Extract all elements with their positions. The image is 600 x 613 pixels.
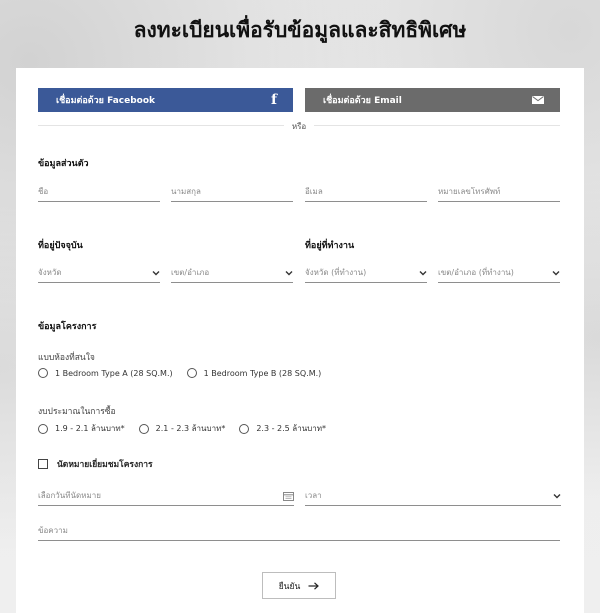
phone-field[interactable]: [438, 182, 560, 202]
radio-button[interactable]: [239, 423, 250, 434]
work-district-select[interactable]: เขต/อำเภอ (ที่ทำงาน): [438, 263, 560, 283]
chevron-down-icon: [419, 270, 427, 275]
radio-button[interactable]: [138, 423, 149, 434]
budget-options: 1.9 - 2.1 ล้านบาท* 2.1 - 2.3 ล้านบาท* 2.…: [38, 422, 326, 435]
email-field[interactable]: [305, 182, 427, 202]
radio-button[interactable]: [38, 368, 48, 378]
email-button-label: เชื่อมต่อด้วย Email: [323, 96, 402, 106]
room-type-option-label: 1 Bedroom Type B (28 SQ.M.): [203, 368, 322, 378]
budget-label: งบประมาณในการซื้อ: [38, 407, 116, 417]
checkbox[interactable]: [38, 459, 48, 469]
work-district-label: เขต/อำเภอ (ที่ทำงาน): [438, 268, 514, 277]
budget-option-label: 2.3 - 2.5 ล้านบาท*: [256, 424, 327, 433]
budget-option[interactable]: 2.1 - 2.3 ล้านบาท*: [138, 422, 226, 435]
chevron-down-icon: [553, 493, 561, 498]
message-input[interactable]: [38, 526, 560, 535]
chevron-down-icon: [285, 270, 293, 275]
phone-input[interactable]: [438, 187, 560, 196]
appointment-date-input[interactable]: [38, 491, 283, 500]
current-address-heading: ที่อยู่ปัจจุบัน: [38, 241, 83, 251]
facebook-icon: f: [270, 92, 277, 108]
budget-option-label: 1.9 - 2.1 ล้านบาท*: [55, 424, 125, 433]
radio-button[interactable]: [38, 423, 48, 434]
current-province-label: จังหวัด: [38, 268, 62, 277]
room-type-option[interactable]: 1 Bedroom Type B (28 SQ.M.): [186, 368, 322, 378]
current-province-select[interactable]: จังหวัด: [38, 263, 160, 283]
first-name-field[interactable]: [38, 182, 160, 202]
chevron-down-icon: [152, 270, 160, 275]
arrow-right-icon: [308, 581, 320, 590]
facebook-connect-button[interactable]: เชื่อมต่อด้วย Facebook f: [38, 88, 293, 112]
appointment-date-field[interactable]: [38, 486, 294, 506]
calendar-icon[interactable]: [283, 491, 294, 501]
budget-option[interactable]: 2.3 - 2.5 ล้านบาท*: [239, 422, 326, 435]
registration-form: เชื่อมต่อด้วย Facebook f เชื่อมต่อด้วย E…: [16, 68, 584, 613]
room-type-option-label: 1 Bedroom Type A (28 SQ.M.): [55, 368, 173, 378]
room-type-options: 1 Bedroom Type A (28 SQ.M.) 1 Bedroom Ty…: [38, 368, 321, 378]
envelope-icon: [532, 96, 544, 104]
personal-info-heading: ข้อมูลส่วนตัว: [38, 159, 89, 169]
email-connect-button[interactable]: เชื่อมต่อด้วย Email: [305, 88, 560, 112]
room-type-option[interactable]: 1 Bedroom Type A (28 SQ.M.): [38, 368, 173, 378]
work-address-heading: ที่อยู่ที่ทำงาน: [305, 241, 355, 251]
divider-or-text: หรือ: [284, 120, 314, 133]
facebook-button-label: เชื่อมต่อด้วย Facebook: [56, 96, 156, 106]
work-province-select[interactable]: จังหวัด (ที่ทำงาน): [305, 263, 427, 283]
budget-option[interactable]: 1.9 - 2.1 ล้านบาท*: [38, 422, 125, 435]
page-title: ลงทะเบียนเพื่อรับข้อมูลและสิทธิพิเศษ: [133, 18, 467, 42]
submit-button[interactable]: ยืนยัน: [262, 572, 336, 599]
budget-option-label: 2.1 - 2.3 ล้านบาท*: [155, 424, 226, 433]
last-name-input[interactable]: [171, 187, 293, 196]
email-input[interactable]: [305, 187, 427, 196]
project-info-heading: ข้อมูลโครงการ: [38, 322, 97, 332]
appointment-time-select[interactable]: เวลา: [305, 486, 561, 506]
room-type-label: แบบห้องที่สนใจ: [38, 353, 95, 363]
appointment-time-label: เวลา: [305, 491, 322, 500]
current-district-label: เขต/อำเภอ: [171, 268, 210, 277]
radio-button[interactable]: [186, 368, 197, 378]
current-district-select[interactable]: เขต/อำเภอ: [171, 263, 293, 283]
message-field[interactable]: [38, 521, 560, 541]
chevron-down-icon: [552, 270, 560, 275]
first-name-input[interactable]: [38, 187, 160, 196]
visit-appointment-checkbox[interactable]: นัดหมายเยี่ยมชมโครงการ: [38, 457, 153, 471]
work-province-label: จังหวัด (ที่ทำงาน): [305, 268, 367, 277]
submit-button-label: ยืนยัน: [278, 581, 301, 592]
visit-appointment-label: นัดหมายเยี่ยมชมโครงการ: [57, 460, 153, 470]
last-name-field[interactable]: [171, 182, 293, 202]
